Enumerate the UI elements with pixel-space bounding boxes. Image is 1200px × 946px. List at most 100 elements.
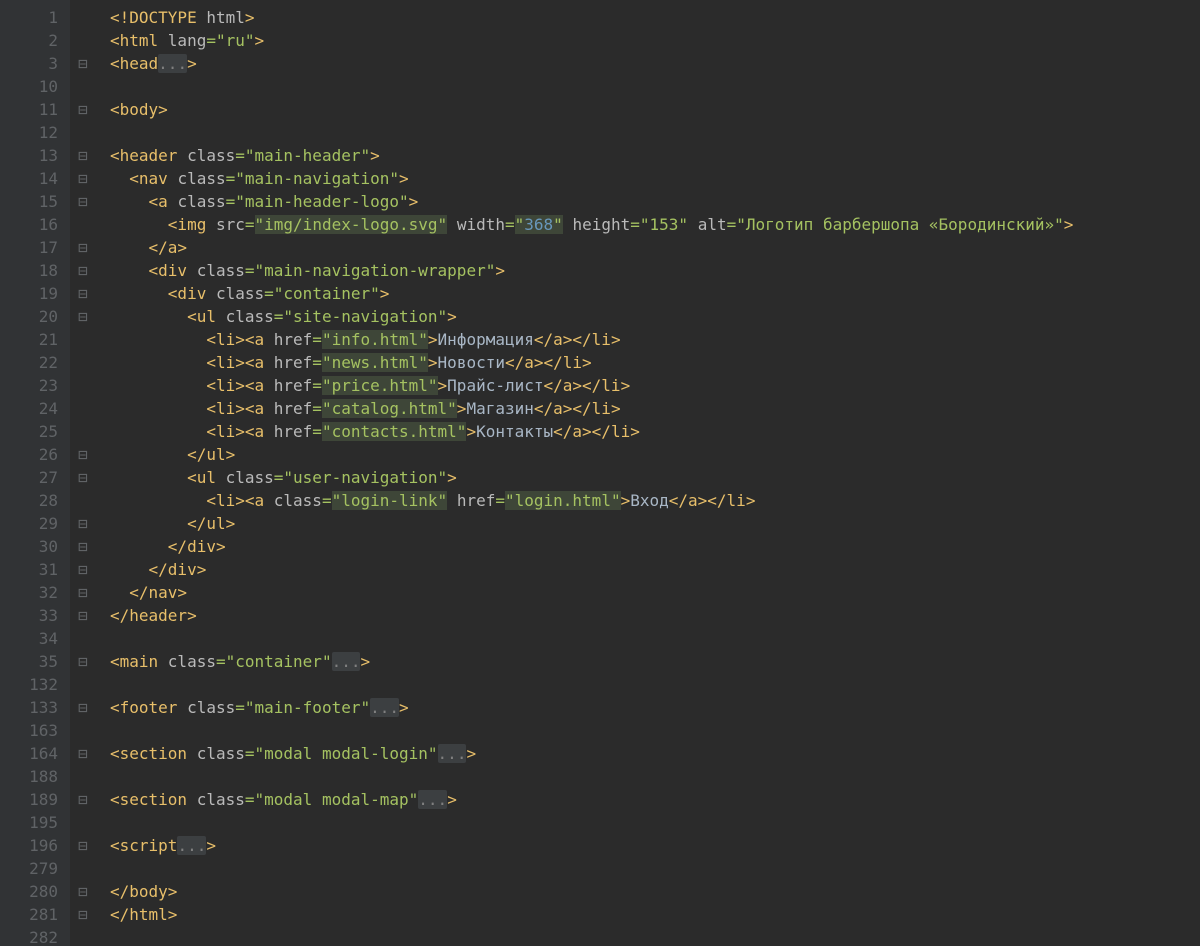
fold-spacer bbox=[76, 6, 90, 29]
code-editor: 1231011121314151617181920212223242526272… bbox=[0, 0, 1200, 946]
code-line: </div> bbox=[110, 535, 1200, 558]
code-line bbox=[110, 719, 1200, 742]
code-line: <script...> bbox=[110, 834, 1200, 857]
line-number: 3 bbox=[0, 52, 58, 75]
fold-toggle-icon[interactable]: ⊟ bbox=[76, 466, 90, 489]
line-number: 133 bbox=[0, 696, 58, 719]
fold-toggle-icon[interactable]: ⊟ bbox=[76, 144, 90, 167]
code-area[interactable]: <!DOCTYPE html><html lang="ru"><head...>… bbox=[100, 0, 1200, 946]
fold-toggle-icon[interactable]: ⊟ bbox=[76, 696, 90, 719]
fold-toggle-icon[interactable]: ⊟ bbox=[76, 305, 90, 328]
fold-toggle-icon[interactable]: ⊟ bbox=[76, 604, 90, 627]
line-number: 28 bbox=[0, 489, 58, 512]
line-number: 164 bbox=[0, 742, 58, 765]
line-number: 189 bbox=[0, 788, 58, 811]
line-number: 18 bbox=[0, 259, 58, 282]
line-number: 1 bbox=[0, 6, 58, 29]
fold-toggle-icon[interactable]: ⊟ bbox=[76, 259, 90, 282]
fold-toggle-icon[interactable]: ⊟ bbox=[76, 167, 90, 190]
code-line: </nav> bbox=[110, 581, 1200, 604]
code-line bbox=[110, 673, 1200, 696]
fold-spacer bbox=[76, 857, 90, 880]
fold-spacer bbox=[76, 926, 90, 946]
fold-toggle-icon[interactable]: ⊟ bbox=[76, 443, 90, 466]
fold-spacer bbox=[76, 765, 90, 788]
code-line: </ul> bbox=[110, 443, 1200, 466]
fold-toggle-icon[interactable]: ⊟ bbox=[76, 788, 90, 811]
code-line: <head...> bbox=[110, 52, 1200, 75]
fold-toggle-icon[interactable]: ⊟ bbox=[76, 535, 90, 558]
line-number: 23 bbox=[0, 374, 58, 397]
fold-toggle-icon[interactable]: ⊟ bbox=[76, 282, 90, 305]
code-line: <header class="main-header"> bbox=[110, 144, 1200, 167]
code-line: <div class="main-navigation-wrapper"> bbox=[110, 259, 1200, 282]
line-number: 35 bbox=[0, 650, 58, 673]
fold-spacer bbox=[76, 75, 90, 98]
code-line: <div class="container"> bbox=[110, 282, 1200, 305]
fold-toggle-icon[interactable]: ⊟ bbox=[76, 903, 90, 926]
line-number: 282 bbox=[0, 926, 58, 946]
fold-toggle-icon[interactable]: ⊟ bbox=[76, 236, 90, 259]
line-number: 15 bbox=[0, 190, 58, 213]
line-number: 20 bbox=[0, 305, 58, 328]
code-line bbox=[110, 75, 1200, 98]
code-line: </html> bbox=[110, 903, 1200, 926]
line-number: 196 bbox=[0, 834, 58, 857]
line-number: 32 bbox=[0, 581, 58, 604]
code-line bbox=[110, 121, 1200, 144]
line-number: 16 bbox=[0, 213, 58, 236]
code-line: <!DOCTYPE html> bbox=[110, 6, 1200, 29]
fold-toggle-icon[interactable]: ⊟ bbox=[76, 98, 90, 121]
code-line: <li><a href="info.html">Информация</a></… bbox=[110, 328, 1200, 351]
fold-spacer bbox=[76, 29, 90, 52]
line-number: 27 bbox=[0, 466, 58, 489]
line-number: 17 bbox=[0, 236, 58, 259]
fold-spacer bbox=[76, 328, 90, 351]
line-number: 21 bbox=[0, 328, 58, 351]
code-line: </header> bbox=[110, 604, 1200, 627]
code-line: <nav class="main-navigation"> bbox=[110, 167, 1200, 190]
code-line: </body> bbox=[110, 880, 1200, 903]
code-line: <html lang="ru"> bbox=[110, 29, 1200, 52]
fold-toggle-icon[interactable]: ⊟ bbox=[76, 52, 90, 75]
fold-toggle-icon[interactable]: ⊟ bbox=[76, 190, 90, 213]
line-number: 188 bbox=[0, 765, 58, 788]
line-number: 13 bbox=[0, 144, 58, 167]
line-number: 19 bbox=[0, 282, 58, 305]
line-number: 279 bbox=[0, 857, 58, 880]
line-number: 30 bbox=[0, 535, 58, 558]
fold-toggle-icon[interactable]: ⊟ bbox=[76, 512, 90, 535]
fold-toggle-icon[interactable]: ⊟ bbox=[76, 834, 90, 857]
line-number: 280 bbox=[0, 880, 58, 903]
code-line: <li><a href="news.html">Новости</a></li> bbox=[110, 351, 1200, 374]
code-line bbox=[110, 811, 1200, 834]
fold-spacer bbox=[76, 627, 90, 650]
fold-spacer bbox=[76, 121, 90, 144]
code-line bbox=[110, 926, 1200, 946]
code-line: <section class="modal modal-map"...> bbox=[110, 788, 1200, 811]
code-line: <img src="img/index-logo.svg" width="368… bbox=[110, 213, 1200, 236]
fold-toggle-icon[interactable]: ⊟ bbox=[76, 880, 90, 903]
fold-spacer bbox=[76, 719, 90, 742]
line-number: 163 bbox=[0, 719, 58, 742]
line-number: 2 bbox=[0, 29, 58, 52]
code-line: <section class="modal modal-login"...> bbox=[110, 742, 1200, 765]
fold-toggle-icon[interactable]: ⊟ bbox=[76, 650, 90, 673]
line-number: 34 bbox=[0, 627, 58, 650]
code-line: </a> bbox=[110, 236, 1200, 259]
fold-spacer bbox=[76, 811, 90, 834]
fold-toggle-icon[interactable]: ⊟ bbox=[76, 558, 90, 581]
line-number-gutter: 1231011121314151617181920212223242526272… bbox=[0, 0, 70, 946]
code-line: <li><a class="login-link" href="login.ht… bbox=[110, 489, 1200, 512]
code-line bbox=[110, 627, 1200, 650]
fold-toggle-icon[interactable]: ⊟ bbox=[76, 742, 90, 765]
fold-toggle-icon[interactable]: ⊟ bbox=[76, 581, 90, 604]
code-line: <main class="container"...> bbox=[110, 650, 1200, 673]
line-number: 26 bbox=[0, 443, 58, 466]
line-number: 12 bbox=[0, 121, 58, 144]
fold-spacer bbox=[76, 489, 90, 512]
line-number: 24 bbox=[0, 397, 58, 420]
code-line: <a class="main-header-logo"> bbox=[110, 190, 1200, 213]
code-line: <ul class="user-navigation"> bbox=[110, 466, 1200, 489]
line-number: 11 bbox=[0, 98, 58, 121]
